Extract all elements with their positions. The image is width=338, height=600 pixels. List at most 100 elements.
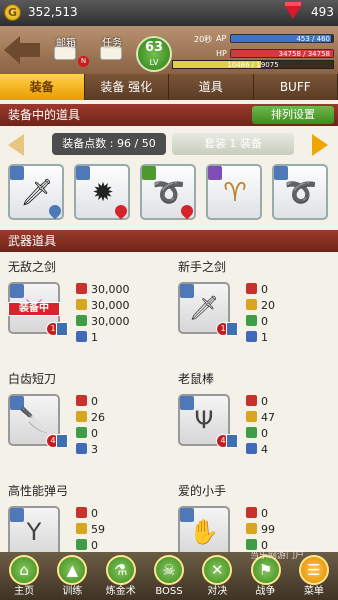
cost-value: 4: [261, 443, 268, 456]
equipped-slot-1[interactable]: 🗡: [8, 164, 64, 220]
gold-coin-icon: G: [4, 4, 21, 21]
defense-value: 26: [91, 411, 105, 424]
nav-label: BOSS: [155, 586, 183, 597]
nav-label: 战争: [255, 586, 276, 597]
cost-value: 1: [91, 331, 98, 344]
nav-label: 炼金术: [105, 586, 136, 597]
attack-icon: [246, 395, 257, 406]
defense-value: 99: [261, 523, 275, 536]
weapons-section-title: 武器道具: [8, 234, 57, 248]
slingshot-icon: Y: [26, 518, 42, 546]
weapon-item[interactable]: 白齿短刀 🔪 4 0 26 0 3: [0, 364, 164, 474]
equipped-slot-4[interactable]: ♈: [206, 164, 262, 220]
level-label: LV: [149, 58, 159, 67]
cost-icon: [246, 331, 257, 342]
weapon-item[interactable]: 高性能弹弓 Y 0 59 0: [0, 476, 164, 552]
hp-value: 34758 / 34758: [278, 50, 330, 58]
tab-enhance[interactable]: 装备 强化: [84, 74, 169, 100]
ap-bar: 453 / 460: [230, 34, 334, 43]
weapon-name: 白齿短刀: [8, 372, 57, 386]
speed-value: 0: [261, 315, 268, 328]
exp-value: 10486 / 19075: [227, 61, 279, 69]
cost-icon: [246, 443, 257, 454]
katana-icon: 🗡: [188, 294, 220, 322]
attack-value: 30,000: [91, 283, 130, 296]
nav-label: 训练: [62, 586, 83, 597]
gear-set-button[interactable]: 套装 1 装备: [172, 133, 294, 155]
equipped-slot-5[interactable]: ➰: [272, 164, 328, 220]
nav-duel[interactable]: ✕ 对决: [193, 552, 241, 600]
training-icon: ▲: [57, 555, 88, 585]
element-icon: [56, 434, 68, 448]
gem-amount: 493: [311, 5, 334, 19]
fork-staff-icon: Ψ: [194, 406, 214, 434]
prev-page-arrow-icon[interactable]: [8, 134, 24, 156]
attack-value: 0: [261, 283, 268, 296]
defense-value: 59: [91, 523, 105, 536]
weapon-item[interactable]: 老鼠棒 Ψ 4 0 47 0 4: [170, 364, 334, 474]
speed-value: 30,000: [91, 315, 130, 328]
equipped-section-title: 装备中的道具: [8, 108, 81, 122]
level-number: 63: [144, 40, 164, 55]
task-link[interactable]: 任务: [102, 34, 122, 49]
glove-hand-icon: ✋: [189, 518, 219, 546]
tab-items[interactable]: 道具: [169, 74, 254, 100]
attack-value: 0: [261, 395, 268, 408]
weapon-name: 无敌之剑: [8, 260, 57, 274]
weapon-icon-frame[interactable]: ✋: [178, 506, 230, 552]
defense-value: 47: [261, 411, 275, 424]
exp-bar: 10486 / 19075: [172, 60, 334, 69]
hp-bar: 34758 / 34758: [230, 49, 334, 58]
equipped-slot-2[interactable]: ✹: [74, 164, 130, 220]
nav-label: 菜单: [303, 586, 324, 597]
attack-icon: [76, 283, 87, 294]
next-page-arrow-icon[interactable]: [312, 134, 328, 156]
ap-label: AP: [216, 34, 227, 43]
back-button[interactable]: [4, 34, 42, 66]
speed-icon: [76, 315, 87, 326]
nav-alchemy[interactable]: ⚗ 炼金术: [97, 552, 145, 600]
nav-home[interactable]: ⌂ 主页: [0, 552, 48, 600]
horns-icon: ♈: [223, 178, 247, 208]
weapon-item[interactable]: 无敌之剑 ⚔ 装备中 1 30,000 30,000 30,000 1: [0, 252, 164, 362]
defense-icon: [76, 299, 87, 310]
weapon-item[interactable]: 爱的小手 ✋ 0 99 0: [170, 476, 334, 552]
speed-value: 0: [91, 539, 98, 552]
attack-icon: [246, 507, 257, 518]
equipped-tag: 装备中: [8, 302, 60, 316]
defense-icon: [246, 523, 257, 534]
sort-settings-button[interactable]: 排列设置: [252, 106, 334, 124]
attack-value: 0: [91, 395, 98, 408]
equipped-items-row: 装备点数 : 96 / 50 套装 1 装备 🗡 ✹ ➰ ♈ ➰: [0, 126, 338, 230]
mail-link[interactable]: 邮箱: [56, 34, 76, 49]
speed-value: 0: [261, 427, 268, 440]
dark-tail-icon: ➰: [284, 178, 318, 208]
weapon-list: 无敌之剑 ⚔ 装备中 1 30,000 30,000 30,000 1 新手之剑…: [0, 252, 338, 552]
nav-boss[interactable]: ☠ BOSS: [145, 552, 193, 600]
serrated-dagger-icon: 🔪: [19, 406, 49, 434]
defense-icon: [76, 523, 87, 534]
nav-label: 对决: [207, 586, 228, 597]
speed-icon: [246, 427, 257, 438]
weapons-section-header: 武器道具: [0, 230, 338, 252]
weapon-item[interactable]: 新手之剑 🗡 1 0 20 0 1: [170, 252, 334, 362]
ap-value: 453 / 460: [296, 35, 330, 43]
defense-value: 30,000: [91, 299, 130, 312]
attack-icon: [76, 395, 87, 406]
cost-icon: [76, 331, 87, 342]
nav-label: 主页: [14, 586, 35, 597]
ruby-gem-icon: [285, 2, 301, 19]
category-tabs: 装备 装备 强化 道具 BUFF: [0, 74, 338, 100]
element-icon: [226, 434, 238, 448]
equipped-slot-3[interactable]: ➰: [140, 164, 196, 220]
tab-buff[interactable]: BUFF: [253, 74, 338, 100]
weapon-name: 新手之剑: [178, 260, 227, 274]
cost-icon: [76, 443, 87, 454]
weapon-icon-frame[interactable]: Y: [8, 506, 60, 552]
top-status-bar: G 352,513 493: [0, 0, 338, 26]
equip-points: 装备点数 : 96 / 50: [52, 133, 166, 155]
tab-equipment[interactable]: 装备: [0, 74, 85, 100]
notification-badge: N: [78, 56, 89, 67]
watermark-text: 当乐网游门户: [250, 551, 305, 561]
nav-training[interactable]: ▲ 训练: [48, 552, 96, 600]
